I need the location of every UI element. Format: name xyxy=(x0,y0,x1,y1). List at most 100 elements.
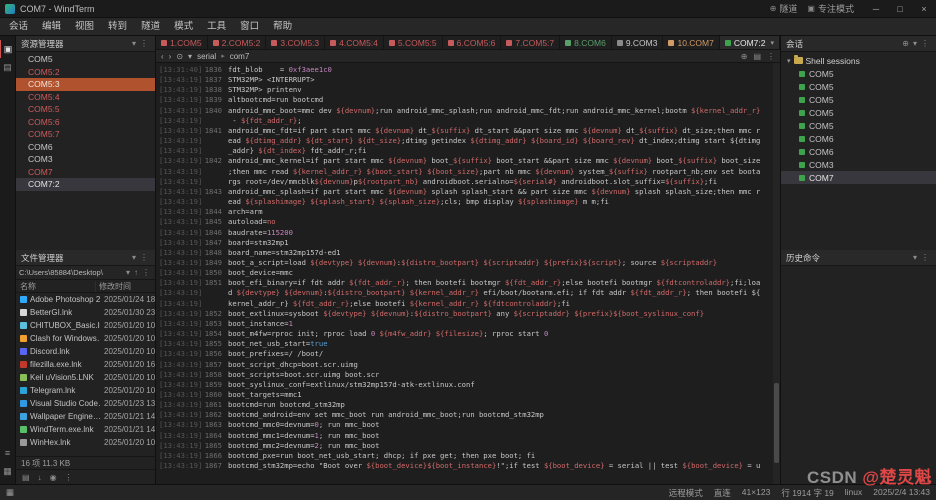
menu-工具[interactable]: 工具 xyxy=(200,18,233,36)
sessions-add-icon[interactable]: ⊕ xyxy=(900,39,911,48)
session-item-COM3[interactable]: COM3 xyxy=(781,158,936,171)
file-row[interactable]: WindTerm.exe.lnk2025/01/21 14:1… xyxy=(16,423,155,436)
history-body[interactable] xyxy=(781,266,936,484)
menu-会话[interactable]: 会话 xyxy=(2,18,35,36)
menu-隧道[interactable]: 隧道 xyxy=(134,18,167,36)
status-item[interactable]: 直连 xyxy=(714,487,731,499)
session-item-COM5[interactable]: COM5 xyxy=(781,106,936,119)
dropdown-icon[interactable]: ▾ xyxy=(188,52,192,61)
focus-mode-toggle[interactable]: ▣ 专注模式 xyxy=(807,2,854,15)
history-collapse-icon[interactable]: ▾ xyxy=(911,253,919,262)
explorer-collapse-icon[interactable]: ▾ xyxy=(130,39,138,48)
menu-帮助[interactable]: 帮助 xyxy=(266,18,299,36)
minimize-button[interactable]: ─ xyxy=(864,0,888,18)
tab-2.COM5:2[interactable]: 2.COM5:2 xyxy=(208,36,267,49)
explorer-more-icon[interactable]: ⋮ xyxy=(138,39,150,48)
path-bar[interactable]: C:\Users\85884\Desktop\ ▾ ↑ ⋮ xyxy=(16,266,155,280)
explorer-item-COM3[interactable]: COM3 xyxy=(16,153,155,166)
file-row[interactable]: Keil uVision5.LNK2025/01/20 10:1… xyxy=(16,371,155,384)
menu-编辑[interactable]: 编辑 xyxy=(35,18,68,36)
tab-7.COM5:7[interactable]: 7.COM5:7 xyxy=(501,36,560,49)
file-row[interactable]: CHITUBOX_Basic.lnk2025/01/20 10:… xyxy=(16,319,155,332)
panel-icon[interactable]: ▤ xyxy=(753,52,761,61)
download-icon[interactable]: ↓ xyxy=(38,473,42,482)
path-up-icon[interactable]: ↑ xyxy=(132,268,140,277)
sync-icon[interactable]: ⊙ xyxy=(176,52,183,61)
session-item-COM5[interactable]: COM5 xyxy=(781,119,936,132)
tab-COM7:2[interactable]: COM7:2▾ xyxy=(720,36,780,49)
fm-more-icon[interactable]: ⋮ xyxy=(65,473,73,482)
menu-窗口[interactable]: 窗口 xyxy=(233,18,266,36)
explorer-activity-icon[interactable]: ▣ xyxy=(0,40,16,58)
column-modified[interactable]: 修改时间 xyxy=(96,281,155,292)
tab-6.COM5:6[interactable]: 6.COM5:6 xyxy=(443,36,502,49)
toolbar-more-icon[interactable]: ⋮ xyxy=(767,52,775,61)
forward-icon[interactable]: › xyxy=(169,52,172,61)
new-file-icon[interactable]: ▤ xyxy=(22,473,30,482)
history-more-icon[interactable]: ⋮ xyxy=(919,253,931,262)
sessions-collapse-icon[interactable]: ▾ xyxy=(911,39,919,48)
tab-8.COM6[interactable]: 8.COM6 xyxy=(560,36,612,49)
explorer-item-COM7[interactable]: COM7 xyxy=(16,166,155,179)
file-row[interactable]: Telegram.lnk2025/01/20 10:… xyxy=(16,384,155,397)
status-item[interactable]: 41×123 xyxy=(742,487,771,499)
explorer-item-COM5:5[interactable]: COM5:5 xyxy=(16,103,155,116)
path-more-icon[interactable]: ⋮ xyxy=(140,268,152,277)
session-item-COM5[interactable]: COM5 xyxy=(781,93,936,106)
file-manager-more-icon[interactable]: ⋮ xyxy=(138,253,150,262)
file-row[interactable]: filezilla.exe.lnk2025/01/20 16:… xyxy=(16,358,155,371)
explorer-item-COM5:7[interactable]: COM5:7 xyxy=(16,128,155,141)
tab-9.COM3[interactable]: 9.COM3 xyxy=(612,36,664,49)
terminal-view[interactable]: [13:31:40]1836fdt_blob = 0xf3aee1c0[13:4… xyxy=(156,63,780,484)
explorer-item-COM6[interactable]: COM6 xyxy=(16,141,155,154)
menu-视图[interactable]: 视图 xyxy=(68,18,101,36)
session-item-COM5[interactable]: COM5 xyxy=(781,80,936,93)
shell-sessions-group[interactable]: ▾ Shell sessions xyxy=(781,54,936,67)
tab-4.COM5:4[interactable]: 4.COM5:4 xyxy=(325,36,384,49)
terminal-scrollbar[interactable] xyxy=(773,63,780,484)
file-row[interactable]: BetterGI.lnk2025/01/30 23:… xyxy=(16,306,155,319)
tunnel-toggle[interactable]: ⊕ 隧道 xyxy=(770,2,798,15)
back-icon[interactable]: ‹ xyxy=(161,52,164,61)
file-row[interactable]: Discord.lnk2025/01/20 10:1… xyxy=(16,345,155,358)
list-activity-icon[interactable]: ≡ xyxy=(0,444,16,462)
tab-1.COM5[interactable]: 1.COM5 xyxy=(156,36,208,49)
path-dropdown-icon[interactable]: ▾ xyxy=(124,268,132,277)
keyboard-layout-icon[interactable]: ▦ xyxy=(6,487,14,498)
session-item-COM5[interactable]: COM5 xyxy=(781,67,936,80)
status-item[interactable]: linux xyxy=(845,487,862,499)
explorer-item-COM7:2[interactable]: COM7:2 xyxy=(16,178,155,191)
file-row[interactable]: Clash for Windows…2025/01/20 10:… xyxy=(16,332,155,345)
tab-10.COM7[interactable]: 10.COM7 xyxy=(663,36,719,49)
file-row[interactable]: Adobe Photoshop 20…2025/01/24 18:3… xyxy=(16,293,155,306)
explorer-item-COM5:4[interactable]: COM5:4 xyxy=(16,91,155,104)
sessions-more-icon[interactable]: ⋮ xyxy=(919,39,931,48)
explorer-item-COM5:2[interactable]: COM5:2 xyxy=(16,66,155,79)
status-item[interactable]: 行 1914 字 19 xyxy=(781,487,833,499)
file-row[interactable]: Visual Studio Code…2025/01/23 13:… xyxy=(16,397,155,410)
close-button[interactable]: × xyxy=(912,0,936,18)
menu-转到[interactable]: 转到 xyxy=(101,18,134,36)
session-item-COM6[interactable]: COM6 xyxy=(781,132,936,145)
explorer-item-COM5:3[interactable]: COM5:3 xyxy=(16,78,155,91)
tab-dropdown-icon[interactable]: ▾ xyxy=(771,39,775,47)
session-item-COM6[interactable]: COM6 xyxy=(781,145,936,158)
file-row[interactable]: Wallpaper Engine…2025/01/21 14:… xyxy=(16,410,155,423)
explorer-item-COM5:6[interactable]: COM5:6 xyxy=(16,116,155,129)
explorer-item-COM5[interactable]: COM5 xyxy=(16,53,155,66)
add-icon[interactable]: ⊕ xyxy=(741,52,748,61)
file-manager-collapse-icon[interactable]: ▾ xyxy=(130,253,138,262)
status-item[interactable]: 2025/2/4 13:43 xyxy=(873,487,930,499)
view-icon[interactable]: ◉ xyxy=(50,473,57,482)
menu-模式[interactable]: 模式 xyxy=(167,18,200,36)
column-name[interactable]: 名称 xyxy=(16,281,96,292)
status-item[interactable]: 远程模式 xyxy=(669,487,703,499)
session-item-COM7[interactable]: COM7 xyxy=(781,171,936,184)
tab-5.COM5:5[interactable]: 5.COM5:5 xyxy=(384,36,443,49)
files-activity-icon[interactable]: ▤ xyxy=(0,58,16,76)
maximize-button[interactable]: □ xyxy=(888,0,912,18)
grid-activity-icon[interactable]: ▦ xyxy=(0,462,16,480)
tab-3.COM5:3[interactable]: 3.COM5:3 xyxy=(266,36,325,49)
breadcrumb-com7[interactable]: com7 xyxy=(230,52,250,61)
breadcrumb-serial[interactable]: serial xyxy=(197,52,216,61)
